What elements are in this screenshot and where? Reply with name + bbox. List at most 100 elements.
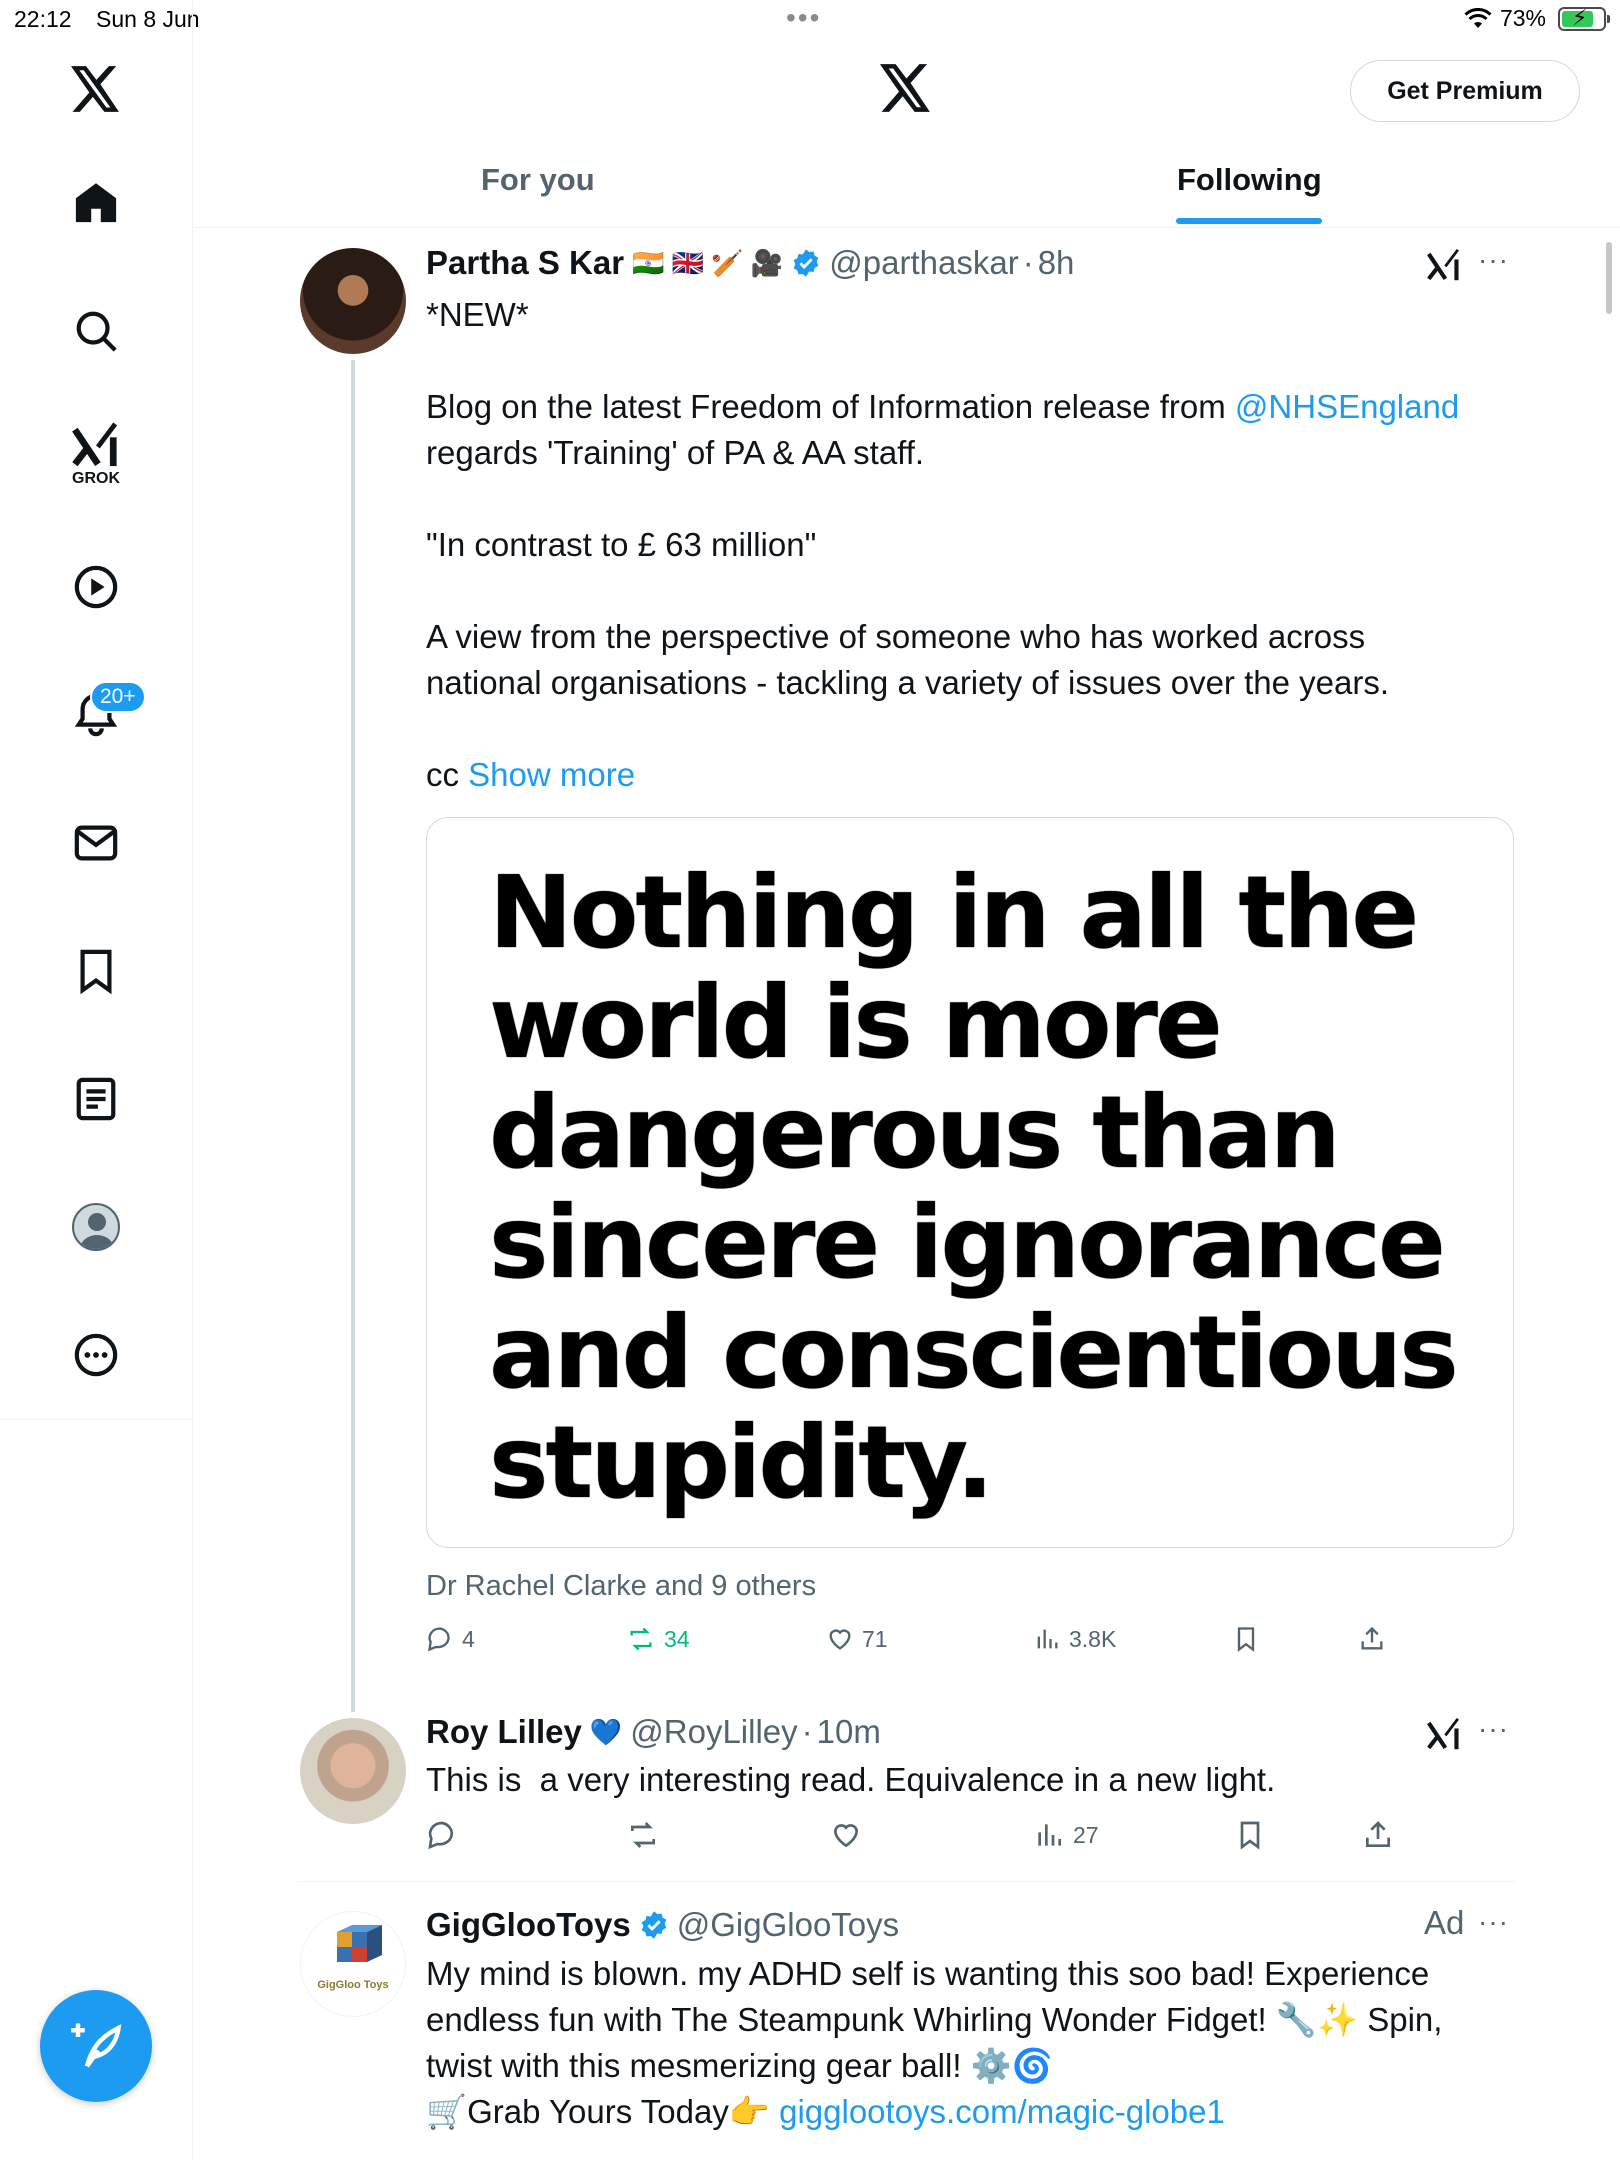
tweet-3-text: My mind is blown. my ADHD self is wantin…	[426, 1951, 1566, 2135]
battery-icon: ⚡	[1558, 5, 1610, 31]
multitasking-dots-icon[interactable]: •••	[786, 2, 821, 34]
author-handle[interactable]: @GigGlooToys	[677, 1906, 899, 1944]
tweet-2-header: Roy Lilley 💙 @RoyLilley · 10m	[426, 1713, 881, 1751]
ad-label: Ad	[1424, 1904, 1465, 1941]
view-count: 27	[1073, 1821, 1099, 1848]
tab-following[interactable]: Following	[1177, 162, 1322, 198]
views-button[interactable]: 27	[1033, 1819, 1099, 1851]
grok-nav-item[interactable]: GROK	[56, 415, 136, 495]
tweet-1-header: Partha S Kar 🇮🇳 🇬🇧 🏏 🎥 @parthaskar · 8h	[426, 244, 1074, 282]
status-right: 73% ⚡	[1464, 5, 1610, 32]
mail-icon[interactable]	[56, 803, 136, 883]
reply-count: 4	[462, 1625, 475, 1652]
grok-explain-icon[interactable]	[1426, 1717, 1462, 1751]
views-icon	[1038, 1824, 1061, 1846]
bookmark-icon	[1237, 1627, 1255, 1652]
bookmark-icon[interactable]	[56, 931, 136, 1011]
author-name[interactable]: Partha S Kar	[426, 244, 624, 282]
search-icon[interactable]	[56, 291, 136, 371]
reply-button[interactable]: 4	[426, 1625, 475, 1653]
verified-badge-icon	[793, 249, 819, 277]
share-icon	[1361, 1626, 1383, 1650]
tweet-2-actions: 27	[426, 1819, 1426, 1863]
post-time[interactable]: 10m	[817, 1713, 881, 1751]
profile-nav-item[interactable]	[56, 1187, 136, 1267]
repost-icon	[630, 1627, 652, 1651]
author-name[interactable]: GigGlooToys	[426, 1906, 631, 1944]
reply-icon	[428, 1821, 454, 1850]
mention-link[interactable]: @NHSEngland	[1235, 388, 1459, 425]
thread-line	[351, 360, 355, 1712]
timeline-header: Get Premium For you Following	[194, 40, 1620, 228]
x-header-logo-icon[interactable]	[880, 64, 932, 117]
cube-logo-icon: GigGloo Toys	[317, 1925, 389, 1991]
tweet-media-image[interactable]: Nothing in all the world is more dangero…	[426, 817, 1514, 1548]
battery-percent: 73%	[1499, 5, 1546, 31]
avatar-gigglootoys[interactable]: GigGloo Toys	[300, 1911, 406, 2017]
views-button[interactable]: 3.8K	[1033, 1625, 1116, 1653]
name-emoji: 💙	[589, 1716, 623, 1747]
like-button[interactable]: 71	[826, 1625, 888, 1653]
sidebar-separator	[0, 1419, 193, 1420]
author-handle[interactable]: @parthaskar	[829, 244, 1018, 282]
verified-badge-icon	[641, 1911, 667, 1939]
tweet-1-text: *NEW* Blog on the latest Freedom of Info…	[426, 292, 1526, 798]
more-icon[interactable]: ···	[1478, 1713, 1509, 1745]
repost-button[interactable]: 34	[626, 1625, 690, 1653]
separator-dot: ·	[1022, 244, 1034, 281]
name-emoji: 🇮🇳 🇬🇧 🏏 🎥	[632, 247, 784, 278]
notification-badge: 20+	[90, 681, 146, 713]
grok-explain-icon[interactable]	[1426, 248, 1462, 282]
avatar-partha[interactable]	[300, 248, 406, 354]
repost-button[interactable]	[626, 1819, 660, 1851]
scrollbar[interactable]	[1606, 242, 1612, 314]
x-logo-icon[interactable]	[56, 49, 136, 129]
feather-plus-icon	[71, 2023, 122, 2068]
separator-dot: ·	[801, 1713, 813, 1750]
heart-icon	[829, 1629, 851, 1650]
home-icon[interactable]	[56, 163, 136, 243]
avatar-brand-text: GigGloo Toys	[317, 1979, 388, 1991]
like-count: 71	[862, 1625, 888, 1652]
bookmark-button[interactable]	[1232, 1625, 1260, 1653]
media-quote-text: Nothing in all the world is more dangero…	[489, 854, 1459, 1521]
wifi-icon	[1464, 7, 1492, 28]
share-button[interactable]	[1358, 1625, 1386, 1653]
reply-icon	[428, 1627, 450, 1652]
bookmark-icon	[1240, 1821, 1260, 1850]
post-time[interactable]: 8h	[1038, 244, 1075, 282]
reply-button[interactable]	[426, 1819, 458, 1851]
notifications-nav-item[interactable]: 20+	[56, 675, 146, 755]
tweet-3-header: GigGlooToys @GigGlooToys	[426, 1906, 899, 1944]
social-context[interactable]: Dr Rachel Clarke and 9 others	[426, 1570, 816, 1603]
ad-link[interactable]: gigglootoys.com/magic-globe1	[779, 2093, 1225, 2130]
more-icon[interactable]: ···	[1478, 244, 1509, 276]
repost-count: 34	[664, 1625, 690, 1652]
lists-icon[interactable]	[56, 1059, 136, 1139]
author-name[interactable]: Roy Lilley	[426, 1713, 582, 1751]
tweet-2-text: This is a very interesting read. Equival…	[426, 1761, 1276, 1798]
avatar-roy[interactable]	[300, 1718, 406, 1824]
tweet-divider	[300, 1881, 1514, 1882]
tab-for-you[interactable]: For you	[481, 162, 595, 198]
author-handle[interactable]: @RoyLilley	[630, 1713, 797, 1751]
compose-post-button[interactable]	[40, 1990, 152, 2102]
more-icon[interactable]: ···	[1478, 1906, 1509, 1938]
like-button[interactable]	[830, 1819, 862, 1851]
sidebar: GROK 20+	[0, 0, 193, 2160]
profile-avatar	[72, 1203, 120, 1251]
heart-icon	[833, 1824, 859, 1848]
bookmark-button[interactable]	[1234, 1819, 1266, 1851]
share-icon	[1366, 1821, 1390, 1847]
active-tab-indicator	[1176, 218, 1322, 224]
more-options-icon[interactable]	[56, 1315, 136, 1395]
tweet-1-actions: 4 34 71 3.8K	[426, 1625, 1426, 1669]
grok-icon	[72, 422, 118, 467]
show-more-link[interactable]: Show more	[468, 756, 635, 793]
repost-icon	[631, 1822, 655, 1848]
video-icon[interactable]	[56, 547, 136, 627]
get-premium-button[interactable]: Get Premium	[1350, 60, 1580, 122]
status-bar: 22:12 Sun 8 Jun ••• 73% ⚡	[0, 0, 1620, 40]
share-button[interactable]	[1362, 1819, 1394, 1851]
tweet-text-part: *NEW* Blog on the latest Freedom of Info…	[426, 296, 1226, 425]
